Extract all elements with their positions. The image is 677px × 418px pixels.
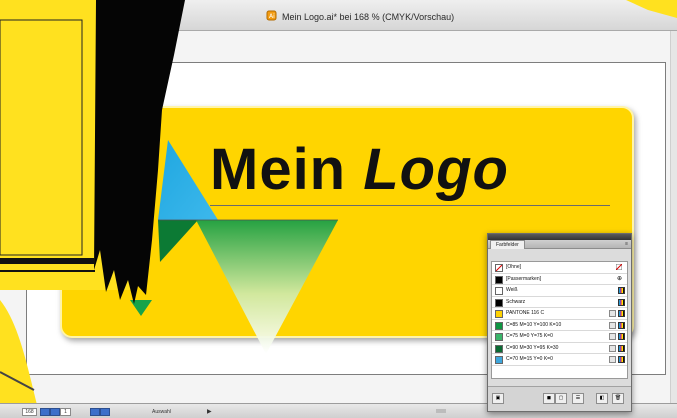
brush-overlay-graphic — [0, 0, 185, 304]
swatch-name: C=75 M=0 Y=75 K=0 — [506, 333, 553, 339]
pantone-swatch-chip — [495, 310, 503, 318]
swatch-row[interactable]: C=90 M=30 Y=95 K=30 — [492, 343, 627, 354]
white-swatch-chip — [495, 287, 503, 295]
swatch-options-icon[interactable]: ☰ — [572, 393, 584, 404]
swatch-name: Weiß — [506, 287, 518, 293]
panel-tabbar[interactable]: Farbfelder ≡ — [488, 240, 631, 249]
process-color-icon — [609, 321, 616, 329]
swatch-row[interactable]: C=85 M=10 Y=100 K=10 — [492, 320, 627, 331]
process-color-icon — [609, 344, 616, 352]
registration-mark-icon: ⊕ — [617, 275, 623, 282]
swatch-row[interactable]: PANTONE 116 C — [492, 308, 627, 320]
logo-word-1[interactable]: Mein — [210, 137, 346, 202]
swatch-name: Schwarz — [506, 298, 526, 305]
swatch-name: PANTONE 116 C — [506, 310, 545, 316]
panel-menu-icon[interactable]: ≡ — [625, 241, 628, 247]
process-color-icon — [609, 333, 616, 340]
swatch-name: [Passermarken] — [506, 275, 542, 282]
swatch-row[interactable]: C=70 M=15 Y=0 K=0 — [492, 354, 627, 366]
dark-green-swatch-chip — [495, 344, 503, 353]
swatch-kind-icon[interactable]: ◼ — [543, 393, 555, 404]
status-arrow-icon[interactable]: ▶ — [207, 408, 212, 415]
corner-highlight-graphic — [626, 0, 677, 18]
logo-wordmark[interactable]: Mein Logo — [210, 136, 509, 203]
group-icon[interactable]: ▢ — [555, 393, 567, 404]
document-icon: Ai — [266, 10, 277, 21]
swatch-name: C=70 M=15 Y=0 K=0 — [506, 356, 553, 362]
green-swatch-chip — [495, 321, 503, 330]
tab-swatches[interactable]: Farbfelder — [490, 240, 525, 249]
swatch-row[interactable]: Schwarz — [492, 297, 627, 308]
delete-icon[interactable]: 🗑 — [612, 393, 624, 404]
horizontal-scroll-thumb[interactable] — [436, 409, 446, 413]
next-page-button[interactable] — [90, 408, 100, 416]
swatch-row[interactable]: C=75 M=0 Y=75 K=0 — [492, 331, 627, 343]
no-color-icon — [616, 264, 622, 270]
blue-swatch-chip — [495, 356, 503, 364]
spot-color-icon — [609, 310, 616, 317]
registration-swatch-chip — [495, 275, 503, 284]
cmyk-mode-icon — [618, 321, 625, 329]
swatch-row[interactable]: [Passermarken] ⊕ — [492, 274, 627, 285]
svg-text:Ai: Ai — [269, 13, 275, 20]
zoom-field[interactable]: 168 — [22, 408, 37, 416]
logo-word-2[interactable]: Logo — [363, 137, 509, 202]
process-color-icon — [609, 356, 616, 363]
cmyk-mode-icon — [618, 333, 625, 340]
cmyk-mode-icon — [618, 298, 625, 306]
page-number-field[interactable]: 1 — [60, 408, 71, 416]
vertical-scrollbar[interactable] — [670, 31, 677, 403]
cmyk-mode-icon — [618, 310, 625, 317]
swatch-row[interactable]: Weiß — [492, 285, 627, 297]
light-green-swatch-chip — [495, 333, 503, 341]
swatch-list[interactable]: [Ohne] [Passermarken] ⊕ Weiß Schwarz PAN… — [491, 261, 628, 379]
none-swatch-chip — [495, 264, 503, 272]
window-title: Mein Logo.ai* bei 168 % (CMYK/Vorschau) — [282, 12, 455, 22]
cmyk-mode-icon — [618, 356, 625, 363]
cmyk-mode-icon — [618, 287, 625, 294]
previous-page-button[interactable] — [50, 408, 60, 416]
panel-footer: ▣ ◼ ▢ ☰ ◧ 🗑 — [488, 386, 631, 411]
corner-curve-graphic — [0, 300, 40, 417]
first-page-button[interactable] — [40, 408, 50, 416]
swatches-panel[interactable]: Farbfelder ≡ [Ohne] [Passermarken] ⊕ Wei… — [487, 233, 632, 412]
cmyk-mode-icon — [618, 344, 625, 352]
status-label: Auswahl — [152, 409, 171, 415]
logo-underline — [210, 205, 610, 206]
black-swatch-chip — [495, 298, 503, 307]
swatch-name: [Ohne] — [506, 264, 522, 270]
new-swatch-icon[interactable]: ◧ — [596, 393, 608, 404]
last-page-button[interactable] — [100, 408, 110, 416]
library-icon[interactable]: ▣ — [492, 393, 504, 404]
swatch-name: C=90 M=30 Y=95 K=30 — [506, 344, 559, 351]
swatch-name: C=85 M=10 Y=100 K=10 — [506, 321, 562, 328]
swatch-row[interactable]: [Ohne] — [492, 262, 627, 274]
